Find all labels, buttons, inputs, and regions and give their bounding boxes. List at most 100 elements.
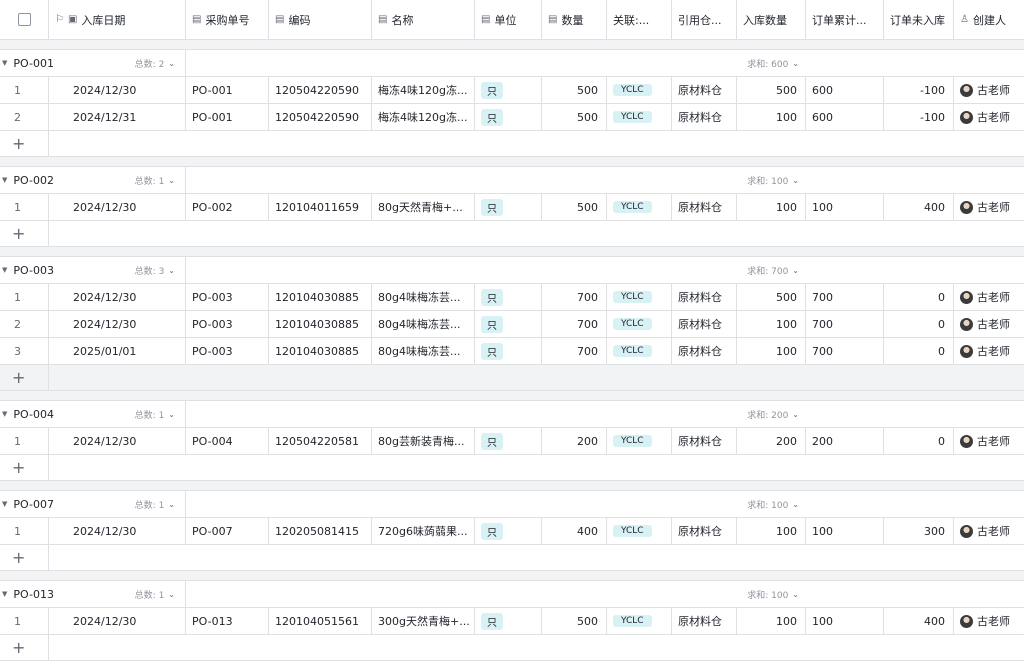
collapse-caret-icon[interactable]: ▼ [2,590,7,598]
cell-order-pending[interactable]: 0 [884,428,954,455]
cell-po[interactable]: PO-007 [186,518,269,545]
cell-qty[interactable]: 700 [542,338,607,365]
cell-creator[interactable]: 古老师 [954,77,1024,104]
cell-po[interactable]: PO-002 [186,194,269,221]
cell-ref-warehouse[interactable]: 原材料仓 [672,338,737,365]
cell-order-total[interactable]: 200 [806,428,884,455]
cell-ref-warehouse[interactable]: 原材料仓 [672,311,737,338]
cell-link[interactable]: YCLC [607,311,672,338]
cell-unit[interactable]: 只 [475,608,542,635]
table-row[interactable]: 1 2024/12/30 PO-001 120504220590 梅冻4味120g冻..… [0,77,1024,104]
cell-unit[interactable]: 只 [475,338,542,365]
cell-order-pending[interactable]: -100 [884,77,954,104]
group-header-left[interactable]: ▼ PO-002 总数: 1 ⌄ [0,167,186,194]
collapse-caret-icon[interactable]: ▼ [2,500,7,508]
group-sum[interactable]: 求和: 100 ⌄ [747,167,799,193]
group-count[interactable]: 总数: 1 ⌄ [135,498,175,511]
add-record-area[interactable] [49,131,1024,157]
cell-creator[interactable]: 古老师 [954,338,1024,365]
table-row[interactable]: 2 2024/12/30 PO-003 120104030885 80g4味梅冻芸...… [0,311,1024,338]
cell-link[interactable]: YCLC [607,608,672,635]
cell-qty[interactable]: 200 [542,428,607,455]
add-record-button[interactable]: + [0,221,49,247]
cell-date[interactable]: 2024/12/30 [49,518,186,545]
add-record-row[interactable]: + [0,221,1024,247]
table-row[interactable]: 1 2024/12/30 PO-004 120504220581 80g芸新装青梅...… [0,428,1024,455]
group-sum[interactable]: 求和: 700 ⌄ [747,257,799,283]
group-header[interactable]: ▼ PO-013 总数: 1 ⌄ 求和: 100 ⌄ [0,581,1024,608]
cell-ref-warehouse[interactable]: 原材料仓 [672,104,737,131]
col-header-unit[interactable]: ▤ 单位 [475,0,542,40]
cell-in-qty[interactable]: 500 [737,284,806,311]
cell-code[interactable]: 120504220590 [269,104,372,131]
cell-order-pending[interactable]: 0 [884,338,954,365]
group-header-left[interactable]: ▼ PO-004 总数: 1 ⌄ [0,401,186,428]
cell-date[interactable]: 2024/12/31 [49,104,186,131]
cell-order-total[interactable]: 600 [806,104,884,131]
cell-ref-warehouse[interactable]: 原材料仓 [672,428,737,455]
cell-date[interactable]: 2024/12/30 [49,608,186,635]
cell-name[interactable]: 80g4味梅冻芸... [372,311,475,338]
cell-in-qty[interactable]: 200 [737,428,806,455]
collapse-caret-icon[interactable]: ▼ [2,266,7,274]
row-index[interactable]: 1 [0,194,49,221]
col-header-date[interactable]: ⚐ ▣ 入库日期 [49,0,186,40]
cell-creator[interactable]: 古老师 [954,311,1024,338]
cell-qty[interactable]: 500 [542,77,607,104]
cell-date[interactable]: 2024/12/30 [49,194,186,221]
cell-date[interactable]: 2024/12/30 [49,311,186,338]
table-row[interactable]: 1 2024/12/30 PO-003 120104030885 80g4味梅冻芸...… [0,284,1024,311]
group-header-left[interactable]: ▼ PO-013 总数: 1 ⌄ [0,581,186,608]
row-index[interactable]: 2 [0,104,49,131]
cell-code[interactable]: 120104030885 [269,311,372,338]
group-header[interactable]: ▼ PO-007 总数: 1 ⌄ 求和: 100 ⌄ [0,491,1024,518]
group-header[interactable]: ▼ PO-001 总数: 2 ⌄ 求和: 600 ⌄ [0,50,1024,77]
cell-ref-warehouse[interactable]: 原材料仓 [672,194,737,221]
cell-code[interactable]: 120104051561 [269,608,372,635]
cell-po[interactable]: PO-004 [186,428,269,455]
group-sum[interactable]: 求和: 600 ⌄ [747,50,799,76]
add-record-row[interactable]: + [0,455,1024,481]
cell-link[interactable]: YCLC [607,428,672,455]
group-count[interactable]: 总数: 1 ⌄ [135,174,175,187]
cell-date[interactable]: 2025/01/01 [49,338,186,365]
cell-creator[interactable]: 古老师 [954,608,1024,635]
add-record-area[interactable] [49,545,1024,571]
cell-qty[interactable]: 700 [542,284,607,311]
cell-qty[interactable]: 500 [542,104,607,131]
cell-po[interactable]: PO-003 [186,338,269,365]
table-row[interactable]: 3 2025/01/01 PO-003 120104030885 80g4味梅冻芸...… [0,338,1024,365]
add-record-button[interactable]: + [0,545,49,571]
group-header-left[interactable]: ▼ PO-001 总数: 2 ⌄ [0,50,186,77]
cell-code[interactable]: 120104030885 [269,284,372,311]
add-record-button[interactable]: + [0,455,49,481]
collapse-caret-icon[interactable]: ▼ [2,59,7,67]
cell-order-total[interactable]: 100 [806,518,884,545]
select-all-checkbox[interactable] [17,13,31,26]
col-header-po[interactable]: ▤ 采购单号 [186,0,269,40]
cell-creator[interactable]: 古老师 [954,284,1024,311]
cell-order-pending[interactable]: 0 [884,311,954,338]
col-header-name[interactable]: ▤ 名称 [372,0,475,40]
cell-in-qty[interactable]: 100 [737,104,806,131]
cell-name[interactable]: 梅冻4味120g冻... [372,104,475,131]
cell-link[interactable]: YCLC [607,194,672,221]
cell-order-pending[interactable]: 400 [884,194,954,221]
cell-in-qty[interactable]: 100 [737,194,806,221]
group-sum[interactable]: 求和: 200 ⌄ [747,401,799,427]
cell-link[interactable]: YCLC [607,284,672,311]
cell-in-qty[interactable]: 100 [737,608,806,635]
cell-order-pending[interactable]: 300 [884,518,954,545]
cell-po[interactable]: PO-003 [186,311,269,338]
cell-in-qty[interactable]: 500 [737,77,806,104]
cell-name[interactable]: 80g芸新装青梅... [372,428,475,455]
col-header-qty[interactable]: ▤ 数量 [542,0,607,40]
group-header-left[interactable]: ▼ PO-003 总数: 3 ⌄ [0,257,186,284]
cell-name[interactable]: 80g天然青梅+... [372,194,475,221]
group-sum[interactable]: 求和: 100 ⌄ [747,491,799,517]
cell-creator[interactable]: 古老师 [954,194,1024,221]
cell-po[interactable]: PO-001 [186,104,269,131]
cell-unit[interactable]: 只 [475,194,542,221]
cell-link[interactable]: YCLC [607,338,672,365]
cell-qty[interactable]: 400 [542,518,607,545]
